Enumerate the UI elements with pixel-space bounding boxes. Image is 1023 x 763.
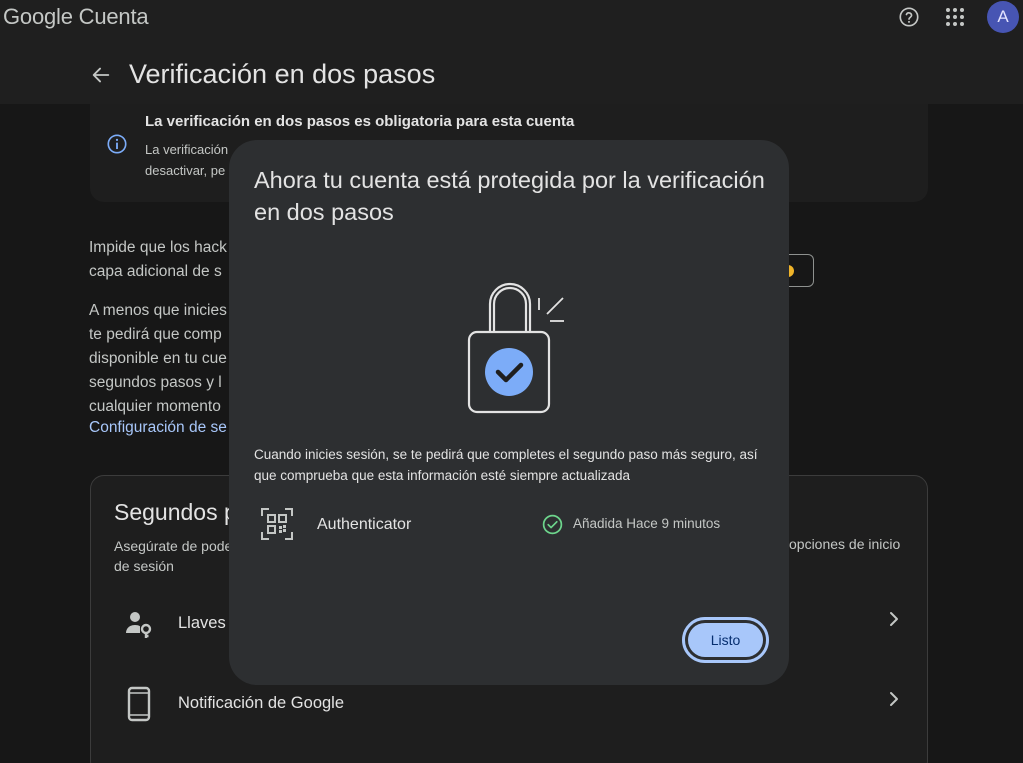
text-line: A menos que inicies — [89, 302, 227, 319]
text-line: cualquier momento — [89, 398, 221, 415]
avatar[interactable]: A — [987, 1, 1019, 33]
person-key-icon — [126, 612, 152, 638]
info-banner-line: La verificación — [145, 142, 229, 157]
done-button-label: Listo — [688, 623, 763, 657]
info-icon — [107, 134, 127, 154]
chevron-right-icon[interactable] — [884, 609, 904, 629]
second-steps-description-tail: opciones de inicio — [789, 536, 901, 552]
text-line: Asegúrate de pode — [114, 538, 230, 554]
method-status: Añadida Hace 9 minutos — [573, 516, 721, 531]
arrow-back-icon[interactable] — [90, 64, 112, 86]
info-banner-title: La verificación en dos pasos es obligato… — [145, 113, 575, 130]
dialog-description: Cuando inicies sesión, se te pedirá que … — [254, 447, 758, 483]
text-line: capa adicional de s — [89, 263, 222, 280]
text-line: segundos pasos y l — [89, 374, 222, 391]
google-account-logo[interactable]: Google Cuenta — [3, 4, 149, 30]
method-row-google-prompt[interactable]: Notificación de Google — [178, 694, 344, 713]
help-circle-icon[interactable] — [898, 6, 920, 28]
top-app-bar — [0, 0, 1023, 36]
method-row-security-keys[interactable]: Llaves d — [178, 614, 230, 633]
text-line: Impide que los hack — [89, 239, 227, 256]
done-button[interactable]: Listo — [682, 617, 769, 663]
qr-code-icon — [261, 508, 293, 540]
check-circle-icon — [542, 514, 563, 535]
text-line: disponible en tu cue — [89, 350, 227, 367]
smartphone-icon — [127, 686, 151, 722]
info-banner-line: desactivar, pe — [145, 163, 226, 178]
settings-link[interactable]: Configuración de se — [89, 419, 231, 437]
info-banner-body: La verificación desactivar, pe — [145, 139, 235, 181]
chevron-right-icon[interactable] — [884, 689, 904, 709]
text-line: te pedirá que comp — [89, 326, 222, 343]
text-line: de sesión — [114, 558, 174, 574]
lock-check-illustration — [467, 282, 564, 414]
intro-paragraph: Impide que los hack capa adicional de s — [89, 236, 231, 284]
explanation-paragraph: A menos que inicies te pedirá que comp d… — [89, 299, 231, 419]
page-title: Verificación en dos pasos — [129, 59, 436, 89]
dialog-title: Ahora tu cuenta está protegida por la ve… — [254, 167, 765, 225]
second-steps-description: Asegúrate de pode de sesión — [114, 536, 230, 576]
apps-grid-icon[interactable] — [945, 7, 965, 27]
second-steps-title: Segundos p — [114, 499, 230, 525]
authenticator-method-name: Authenticator — [317, 516, 412, 533]
